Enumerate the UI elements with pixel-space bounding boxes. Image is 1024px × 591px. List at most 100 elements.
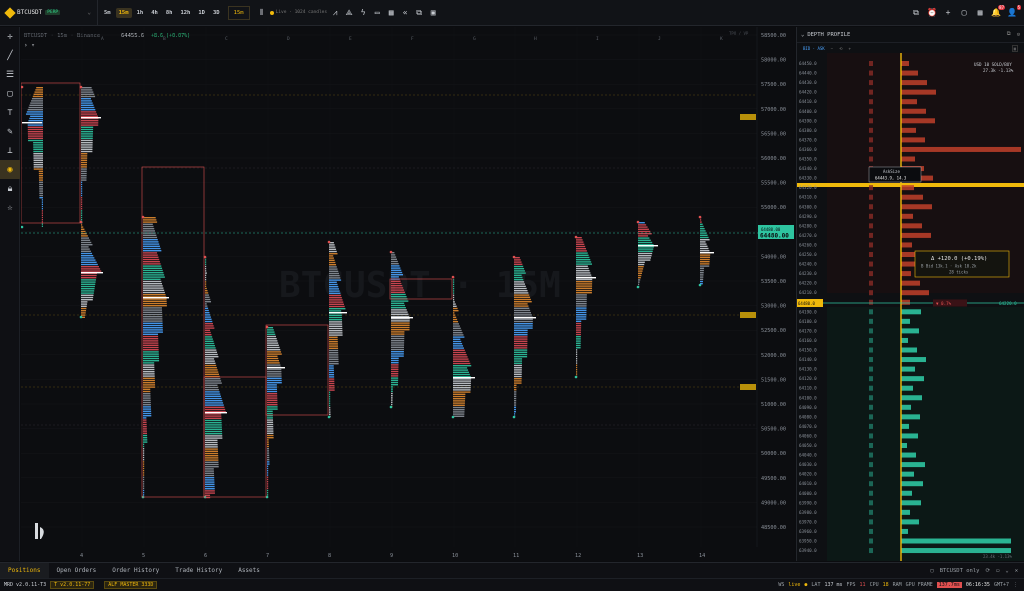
tab-trade-history[interactable]: Trade History [167,567,230,574]
time-axis-label: 9 [390,553,393,559]
ask-depth-bar [901,137,925,143]
ask-depth-bar [901,232,931,238]
depth-price-label: 63980.0 [799,510,817,515]
fullscreen-icon[interactable]: ▢ [958,7,970,19]
close-icon[interactable]: ✕ [1015,568,1018,574]
compare-icon[interactable]: ⟁ [343,7,355,19]
depth-price-label: 63950.0 [799,539,817,544]
depth-price-label: 64050.0 [799,443,817,448]
notification-count: 87 [998,4,1005,10]
minimize-icon[interactable]: ⌄ [1005,568,1008,574]
price-axis-label: 54000.00 [761,254,786,260]
add-icon[interactable]: + [942,7,954,19]
flash-icon[interactable]: ϟ [357,7,369,19]
grid-icon[interactable]: ▦ [385,7,397,19]
app-logo-icon [35,523,44,539]
user-avatar-icon[interactable]: 👤 5 [1006,4,1021,19]
timeframe-3D[interactable]: 3D [210,8,223,18]
chart-canvas[interactable]: BTCUSDT · 15M BTCUSDT · 15m · Binance 64… [20,27,795,561]
measure-icon[interactable]: ⊥ [0,141,20,160]
depth-reset-icon[interactable]: ⟲ [839,46,842,51]
legend-collapse-icon[interactable]: › ▿ [24,42,35,49]
current-price-tag: 64480.00 64480.00 [21,225,794,240]
lock-icon[interactable]: 🔒︎ [0,179,20,198]
tab-assets[interactable]: Assets [230,567,268,574]
symbol-name: BTCUSDT [17,9,43,16]
horizontal-lines-icon[interactable]: ☰ [0,65,20,84]
brush-icon[interactable]: ✎ [0,122,20,141]
interval-dropdown[interactable]: 15m [227,5,250,20]
ask-depth-bar [901,156,915,162]
time-axis-label: 8 [328,553,331,559]
ask-depth-bar [901,204,932,210]
timeframe-8h[interactable]: 8h [163,8,176,18]
bid-depth-bar [901,404,911,410]
candle-type-icon[interactable]: ⫴ [256,7,268,19]
notification-bell-icon[interactable]: 🔔 87 [990,4,1005,19]
depth-zoom-out-icon[interactable]: − [831,46,833,51]
depth-side-filter[interactable]: BID · ASK [803,46,825,51]
apps-grid-icon[interactable]: ▦ [974,7,986,19]
layout-icon[interactable]: ▭ [371,7,383,19]
depth-zoom-in-icon[interactable]: + [848,46,850,51]
timeframe-15m[interactable]: 15m [115,7,132,18]
fib-icon[interactable]: ⊤ [0,103,20,122]
depth-lock-icon[interactable]: ▣ [1011,44,1018,52]
filter-checkbox[interactable]: ▢ [930,568,933,574]
refresh-icon[interactable]: ⟳ [985,568,990,574]
external-window-icon[interactable]: ⧉ [910,7,922,19]
tab-open-orders[interactable]: Open Orders [49,567,105,574]
trendline-icon[interactable]: ╱ [0,46,20,65]
chart-legend-symbol: BTCUSDT · 15m · Binance [24,33,100,39]
snapshot-icon[interactable]: ⧉ [413,7,425,19]
live-dot-icon [269,10,274,15]
timeframe-bar: 5m 15m 1h 4h 8h 12h 1D 3D [98,7,226,18]
timeframe-4h[interactable]: 4h [148,8,161,18]
bid-depth-bar [901,347,917,353]
depth-canvas[interactable]: 64450.0 64440.0 64430.0 64420.0 64410.0 64400… [797,53,1024,561]
rectangle-icon[interactable]: ▢ [0,84,20,103]
hide-drawings-icon[interactable]: ◉ [0,160,20,179]
timeframe-1D[interactable]: 1D [195,8,208,18]
favorite-star-icon[interactable]: ☆ [0,198,20,217]
mode-badge[interactable]: ALF MASTER 333D [104,581,158,589]
camera-icon[interactable]: ▣ [427,7,439,19]
timeframe-12h[interactable]: 12h [177,8,193,18]
depth-collapse-icon[interactable]: ⌄ [801,32,804,38]
ws-dot-icon: ● [804,582,808,588]
depth-settings-icon[interactable]: ⚙ [1017,32,1020,38]
clock: 06:16:35 [965,582,990,588]
bid-depth-bar [901,395,922,401]
bid-depth-bar [901,490,912,496]
tab-positions[interactable]: Positions [0,563,49,578]
panel-layout-icon[interactable]: ▭ [996,568,999,574]
depth-popout-icon[interactable]: ⧉ [1007,31,1011,38]
depth-price-label: 64300.0 [799,204,817,209]
timeframe-1h[interactable]: 1h [134,8,147,18]
crosshair-icon[interactable]: ✛ [0,27,20,46]
depth-profile-panel: ⌄ DEPTH PROFILE ⧉ ⚙ BID · ASK − ⟲ + ▣ 64… [796,27,1024,561]
ask-depth-bar [901,280,920,286]
ask-depth-bar [901,242,912,248]
rewind-icon[interactable]: « [399,7,411,19]
status-menu-icon[interactable]: ⋮ [1013,582,1024,588]
binance-logo-icon [4,6,16,19]
main-chart[interactable]: BTCUSDT · 15M BTCUSDT · 15m · Binance 64… [20,27,795,561]
volume-profile-column [574,235,596,379]
version-badge[interactable]: T v2.0.11-77 [50,581,95,589]
tab-order-history[interactable]: Order History [104,567,167,574]
depth-price-label: 64100.0 [799,395,817,400]
ask-depth-bar [901,290,929,296]
symbol-selector[interactable]: BTCUSDT PERP ⌄ [0,0,98,25]
timezone: GMT+7 [993,582,1009,588]
depth-price-label: 64070.0 [799,424,817,429]
ask-depth-bar [901,213,913,219]
volume-profile-column [141,215,169,499]
current-price-label: 64480.00 [760,233,789,240]
indicators-icon[interactable]: ⩘ [329,7,341,19]
lat-value: 137 ms [824,582,843,588]
bid-depth-bar [901,423,909,429]
alarm-clock-icon[interactable]: ⏰ [926,7,938,19]
timeframe-5m[interactable]: 5m [101,8,114,18]
bid-depth-bar [901,481,923,487]
